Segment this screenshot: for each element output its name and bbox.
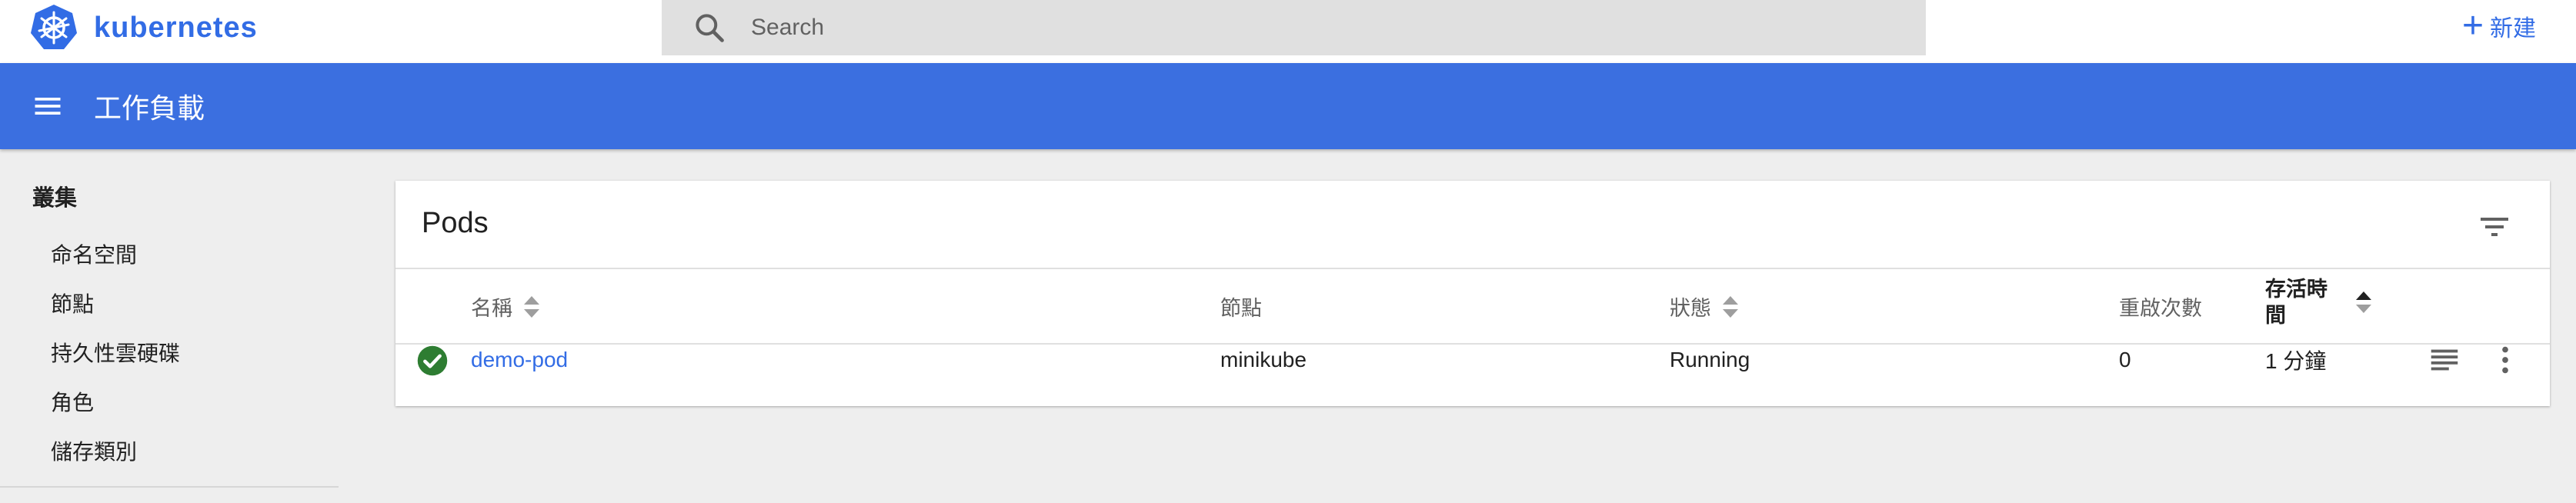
sidebar-item-namespaces[interactable]: 命名空間 bbox=[51, 238, 137, 269]
new-button[interactable]: + 新建 bbox=[2462, 8, 2536, 45]
brand-logo[interactable]: kubernetes bbox=[29, 3, 258, 52]
sidebar-item-persistent-volumes[interactable]: 持久性雲硬碟 bbox=[51, 337, 180, 368]
page-header: 工作負載 bbox=[0, 63, 2576, 149]
menu-icon[interactable] bbox=[31, 89, 65, 123]
pod-node: minikube bbox=[1220, 348, 1307, 371]
divider bbox=[395, 343, 2550, 345]
column-header-age[interactable]: 存活時 間 bbox=[2265, 276, 2372, 328]
sidebar-item-nodes[interactable]: 節點 bbox=[51, 288, 94, 318]
column-header-status-label: 狀態 bbox=[1670, 297, 1711, 320]
more-vert-icon[interactable] bbox=[2488, 342, 2523, 378]
filter-icon[interactable] bbox=[2476, 208, 2513, 245]
sort-ascending-icon bbox=[2356, 291, 2371, 313]
pod-status: Running bbox=[1670, 348, 1750, 371]
column-header-name[interactable]: 名稱 bbox=[471, 291, 540, 321]
column-header-age-line1: 存活時 bbox=[2265, 278, 2327, 301]
card-title: Pods bbox=[422, 207, 489, 239]
column-header-restarts-label: 重啟次數 bbox=[2119, 297, 2202, 320]
sidebar-divider bbox=[0, 486, 339, 488]
search-icon bbox=[696, 14, 724, 42]
pod-name-link[interactable]: demo-pod bbox=[471, 348, 568, 372]
sort-icon bbox=[1723, 295, 1738, 318]
pods-card: Pods 名稱 節點 狀態 重啟次數 存活時 間 demo-pod miniku… bbox=[395, 181, 2550, 406]
column-header-name-label: 名稱 bbox=[471, 297, 512, 320]
sidebar-section-cluster[interactable]: 叢集 bbox=[32, 180, 77, 212]
page-title: 工作負載 bbox=[94, 92, 205, 124]
column-header-age-label: 存活時 間 bbox=[2265, 276, 2327, 328]
search-bar[interactable] bbox=[662, 0, 1926, 55]
column-header-status[interactable]: 狀態 bbox=[1670, 291, 1739, 321]
brand-name: kubernetes bbox=[94, 11, 258, 44]
plus-icon: + bbox=[2461, 5, 2484, 46]
kubernetes-logo-icon bbox=[31, 5, 77, 49]
top-bar: kubernetes + 新建 bbox=[0, 0, 2576, 63]
sidebar-item-storage-classes[interactable]: 儲存類別 bbox=[51, 435, 137, 466]
check-circle-icon bbox=[417, 345, 448, 376]
pod-restarts: 0 bbox=[2119, 348, 2131, 371]
column-header-node-label: 節點 bbox=[1220, 297, 1262, 320]
sidebar-item-roles[interactable]: 角色 bbox=[51, 386, 94, 417]
column-header-age-line2: 間 bbox=[2265, 304, 2286, 327]
sort-icon bbox=[524, 295, 539, 318]
divider bbox=[395, 268, 2550, 269]
sidebar: 叢集 命名空間 節點 持久性雲硬碟 角色 儲存類別 bbox=[0, 149, 339, 503]
search-input[interactable] bbox=[749, 14, 1827, 42]
pod-age: 1 分鐘 bbox=[2265, 349, 2327, 373]
new-button-label: 新建 bbox=[2490, 16, 2536, 42]
logs-icon[interactable] bbox=[2427, 342, 2462, 378]
column-header-node: 節點 bbox=[1220, 291, 1262, 321]
column-header-restarts: 重啟次數 bbox=[2119, 291, 2202, 321]
